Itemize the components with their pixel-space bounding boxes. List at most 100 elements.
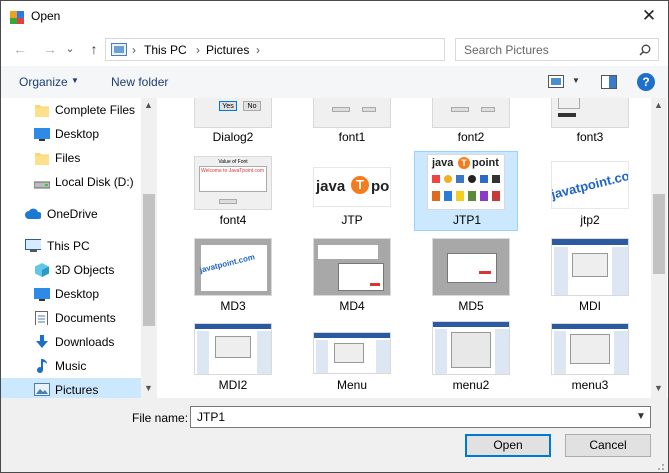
thumbnail [551,323,629,375]
file-item-jtp1[interactable]: java T point JTP1 [414,151,518,231]
sidebar-item-this-pc[interactable]: This PC [1,234,141,258]
file-item-jtp2[interactable]: javatpoint.com jtp2 [538,151,642,231]
file-item-menu2[interactable]: menu2 [419,318,523,398]
file-item-md5[interactable]: MD5 [419,233,523,313]
thumb-header: Value of Font [218,159,248,165]
close-button[interactable]: ✕ [637,4,661,28]
file-item-menu3[interactable]: menu3 [538,318,642,398]
sidebar-item-complete-files[interactable]: Complete Files [1,98,141,122]
file-list-scroll-thumb[interactable] [653,194,665,274]
recent-locations-button[interactable]: ⌄ [63,38,77,60]
sidebar-item-desktop[interactable]: Desktop [1,122,141,146]
thumb-button [219,199,237,204]
help-button[interactable]: ? [637,73,655,91]
organize-button[interactable]: Organize [19,75,68,89]
file-name-input[interactable]: JTP1 ▼ [190,406,651,428]
documents-icon [35,311,48,325]
thumb-dialog [338,263,384,291]
view-dropdown-icon[interactable]: ▼ [572,76,580,85]
thumb-logo-left: java [316,178,346,195]
chevron-down-icon: ▼ [636,411,646,422]
sidebar-scrollbar[interactable]: ▲ ▼ [141,98,157,398]
breadcrumb-this-pc[interactable]: This PC [144,43,187,57]
sidebar-item-files[interactable]: Files [1,146,141,170]
open-button[interactable]: Open [465,434,551,457]
drive-icon [34,181,50,189]
search-box[interactable]: Search Pictures [455,38,659,61]
cancel-button[interactable]: Cancel [565,434,651,457]
preview-pane-icon[interactable] [601,75,617,89]
thumbnail [313,98,391,128]
file-item-menu[interactable]: Menu [300,318,404,398]
cube-icon [35,263,49,277]
sidebar-item-documents[interactable]: Documents [1,306,141,330]
logo-t-icon: T [351,176,369,194]
desktop-icon [34,128,50,141]
file-item-jtp[interactable]: java T point JTP [300,151,404,231]
file-name-panel: File name: JTP1 ▼ Open Cancel [1,398,668,472]
file-name: Dialog2 [212,130,254,144]
up-button[interactable]: ↑ [83,38,105,60]
file-item-font4[interactable]: Value of Font Welcome to JavaTpoint.com … [181,151,285,231]
sidebar-item-label: Files [55,151,81,165]
forward-button[interactable]: → [39,38,61,60]
file-item-md4[interactable]: MD4 [300,233,404,313]
file-name-dropdown-button[interactable]: ▼ [631,407,651,427]
thumb-panel [197,331,209,374]
address-bar[interactable]: › This PC › Pictures › ▼ ↻ [105,38,541,61]
sidebar-item-label: 3D Objects [55,263,115,277]
file-name: Menu [336,378,368,392]
resize-grip-icon[interactable] [652,460,666,472]
breadcrumb-separator-icon: › [132,43,136,57]
window-title: Open [31,9,61,23]
sidebar-item-label: Complete Files [55,103,136,117]
sidebar-item-label: OneDrive [47,207,98,221]
back-arrow-icon: ← [13,41,27,57]
new-folder-button[interactable]: New folder [111,75,168,89]
sidebar-scroll-thumb[interactable] [143,194,155,326]
file-name: menu2 [452,378,490,392]
sidebar-item-label: This PC [47,239,90,253]
thumbnail [432,321,510,375]
scroll-up-icon[interactable]: ▲ [654,100,663,110]
folder-icon [35,105,49,117]
thumb-button [481,107,495,112]
tech-logo [480,191,488,201]
file-item-mdi2[interactable]: MDI2 [181,318,285,398]
tech-logo [432,191,440,201]
download-icon [36,335,48,348]
thumb-titlebar [433,322,509,327]
tech-logo [492,191,500,201]
sidebar-item-desktop-2[interactable]: Desktop [1,282,141,306]
sidebar-item-onedrive[interactable]: OneDrive [1,202,141,226]
scroll-down-icon[interactable]: ▼ [144,383,153,393]
thumbnail [194,323,272,375]
file-name: MDI [579,299,601,313]
thumbnail: Value of Font Welcome to JavaTpoint.com [194,156,272,210]
sidebar-item-3d-objects[interactable]: 3D Objects [1,258,141,282]
file-name: MDI2 [218,378,248,392]
view-icon[interactable] [548,75,564,88]
file-item-mdi[interactable]: MDI [538,233,642,313]
thumbnail [313,238,391,296]
thumb-form [572,253,608,277]
file-name: font1 [338,130,366,144]
breadcrumb-pictures[interactable]: Pictures [206,43,249,57]
forward-arrow-icon: → [43,41,57,57]
back-button[interactable]: ← [9,38,31,60]
scroll-up-icon[interactable]: ▲ [144,100,153,110]
file-name: JTP [341,213,363,227]
scroll-down-icon[interactable]: ▼ [654,383,663,393]
sidebar-item-local-disk-d[interactable]: Local Disk (D:) [1,170,141,194]
sidebar-item-downloads[interactable]: Downloads [1,330,141,354]
file-list-scrollbar[interactable]: ▲ ▼ [651,98,667,398]
cloud-icon [25,208,41,219]
thumb-no: No [243,101,261,111]
thumb-panel [495,329,509,374]
breadcrumb-separator-icon: › [256,43,260,57]
sidebar-item-music[interactable]: Music [1,354,141,378]
file-item-md3[interactable]: javatpoint.com MD3 [181,233,285,313]
thumb-form [451,332,491,368]
thumbnail: javatpoint.com [194,238,272,296]
file-name: JTP1 [452,213,481,227]
